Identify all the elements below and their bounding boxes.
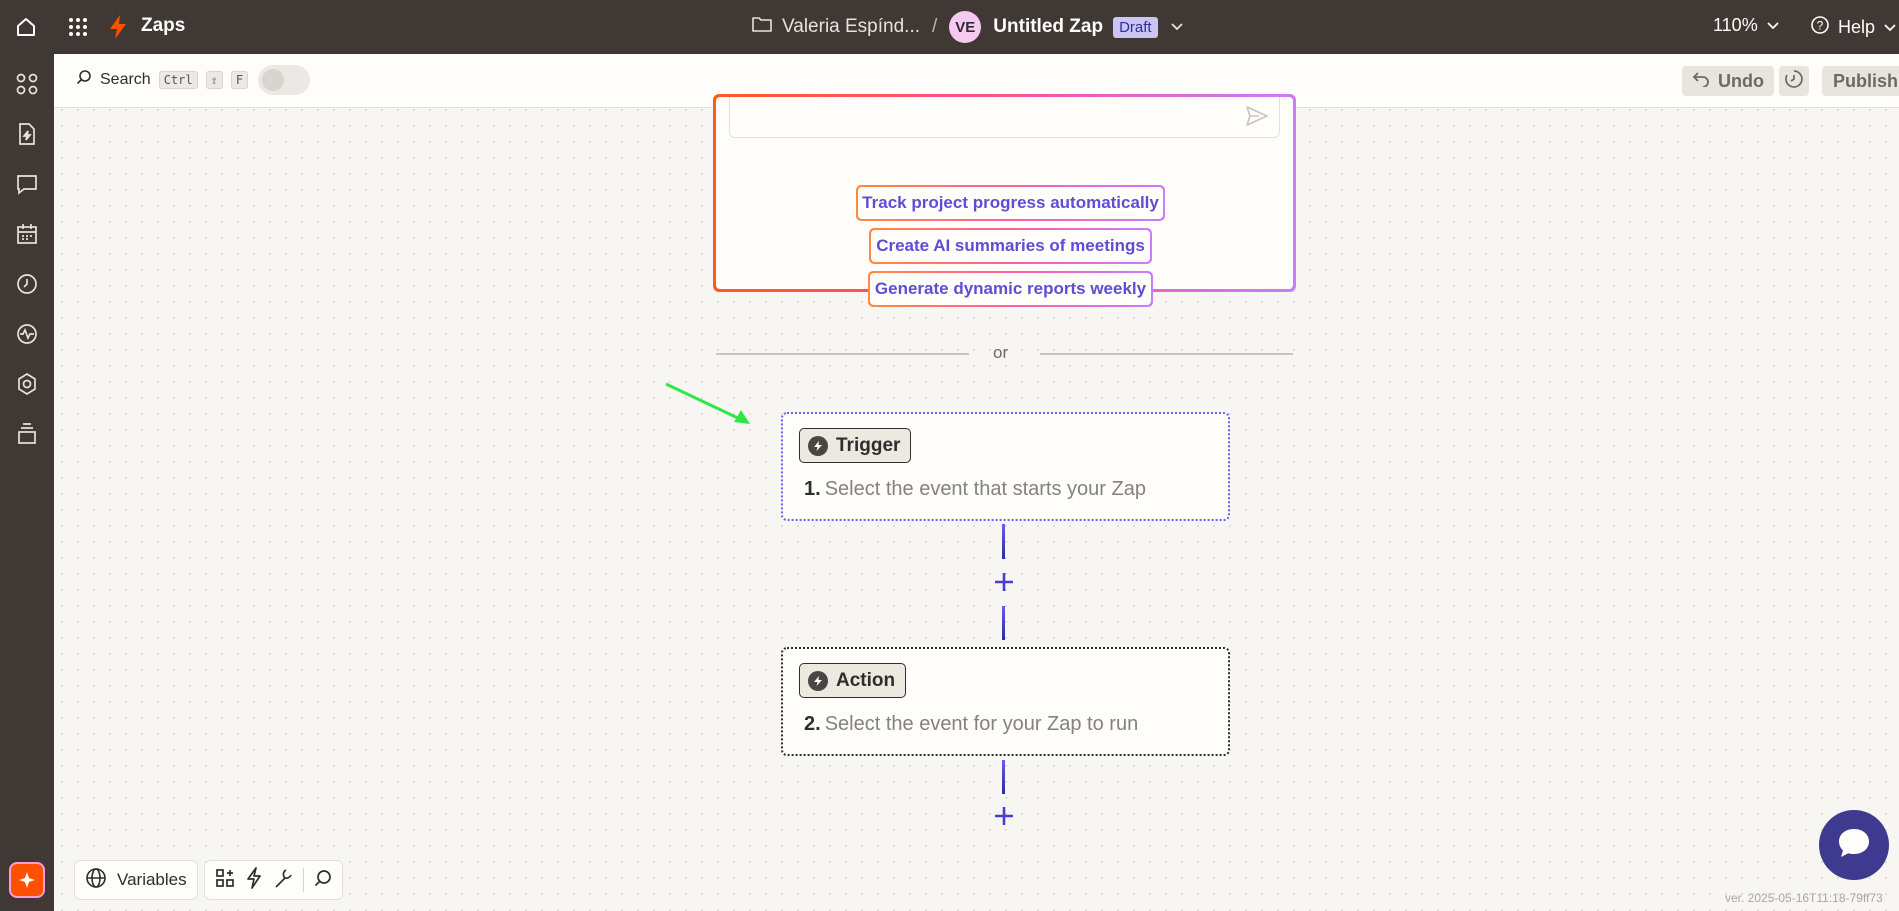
- step-description: Select the event that starts your Zap: [824, 478, 1146, 500]
- divider-line: [716, 353, 969, 355]
- action-badge-label: Action: [836, 669, 896, 691]
- version-history-button[interactable]: [1779, 66, 1809, 96]
- suggestion-label: Generate dynamic reports weekly: [870, 273, 1151, 305]
- chat-bubble-icon: [1836, 826, 1872, 865]
- bolt-icon: [107, 14, 129, 45]
- ai-prompt-input[interactable]: [729, 97, 1280, 138]
- help-label: Help: [1838, 17, 1876, 37]
- trigger-step-card[interactable]: Trigger 1. Select the event that starts y…: [781, 412, 1230, 521]
- trigger-badge: Trigger: [799, 428, 912, 463]
- suggestion-chip[interactable]: Track project progress automatically: [856, 185, 1165, 221]
- zoom-level: 110%: [1713, 15, 1758, 35]
- suggestion-label: Create AI summaries of meetings: [871, 230, 1150, 262]
- zoom-control[interactable]: 110%: [1713, 15, 1780, 36]
- divider-line: [1040, 353, 1293, 355]
- send-icon[interactable]: [1245, 105, 1269, 132]
- annotation-arrow-icon: [665, 382, 750, 424]
- add-step-plus-icon[interactable]: [991, 803, 1017, 829]
- trigger-badge-label: Trigger: [836, 434, 901, 456]
- home-icon[interactable]: [10, 11, 42, 43]
- suggestion-chip[interactable]: Create AI summaries of meetings: [869, 228, 1152, 264]
- top-bar: Zaps Valeria Espínd... / VE Untitled Zap…: [0, 0, 1899, 54]
- variables-button[interactable]: Variables: [74, 860, 198, 900]
- help-menu[interactable]: ? Help: [1810, 15, 1897, 40]
- canvas-toggle[interactable]: [258, 65, 310, 95]
- ai-prompt-card: Track project progress automatically Cre…: [713, 94, 1296, 307]
- variables-label: Variables: [117, 870, 187, 889]
- step-connector: [1002, 524, 1005, 559]
- sparkle-icon[interactable]: [9, 862, 45, 898]
- undo-label: Undo: [1718, 70, 1764, 91]
- trigger-description: 1. Select the event that starts your Zap: [804, 478, 1146, 501]
- toolbar-divider: [302, 868, 304, 892]
- add-step-plus-icon[interactable]: [991, 569, 1017, 595]
- help-icon: ?: [1810, 15, 1830, 40]
- search-icon[interactable]: [314, 869, 332, 892]
- folder-icon: [752, 15, 772, 39]
- layers-icon[interactable]: [13, 420, 41, 448]
- action-badge: Action: [799, 663, 907, 698]
- version-label: ver. 2025-05-16T11:18-79ff73: [1725, 891, 1883, 905]
- bolt-icon: [808, 435, 828, 456]
- activity-icon[interactable]: [13, 320, 41, 348]
- shortcut-key: F: [230, 70, 249, 89]
- canvas-bottom-tools: Variables: [74, 860, 343, 900]
- zap-title[interactable]: Untitled Zap: [993, 16, 1103, 38]
- shortcut-key: ⇧: [205, 70, 223, 89]
- chat-icon[interactable]: [13, 170, 41, 198]
- step-number: 2.: [804, 713, 821, 735]
- chevron-down-icon: [1883, 17, 1897, 38]
- action-step-card[interactable]: Action 2. Select the event for your Zap t…: [781, 647, 1230, 756]
- action-description: 2. Select the event for your Zap to run: [804, 713, 1138, 736]
- avatar[interactable]: VE: [949, 11, 982, 43]
- suggestion-label: Track project progress automatically: [858, 187, 1163, 219]
- chevron-down-icon: [1766, 15, 1780, 36]
- svg-text:?: ?: [1817, 19, 1824, 33]
- grid-icon[interactable]: [68, 17, 88, 37]
- wrench-icon[interactable]: [273, 868, 293, 893]
- history-icon[interactable]: [13, 270, 41, 298]
- step-number: 1.: [804, 478, 821, 500]
- search-label: Search: [100, 70, 151, 88]
- apps-icon[interactable]: [13, 70, 41, 98]
- zap-editor-canvas: Search Ctrl ⇧ F Undo Publish Track proje…: [54, 54, 1899, 911]
- canvas-tools-group: [203, 860, 343, 900]
- breadcrumb-separator: /: [932, 16, 938, 37]
- step-connector: [1002, 606, 1005, 640]
- document-bolt-icon[interactable]: [13, 120, 41, 148]
- suggestion-chip[interactable]: Generate dynamic reports weekly: [868, 271, 1153, 307]
- undo-icon: [1692, 71, 1710, 92]
- step-description: Select the event for your Zap to run: [824, 713, 1139, 735]
- undo-button[interactable]: Undo: [1682, 66, 1774, 96]
- settings-icon[interactable]: [13, 370, 41, 398]
- globe-icon: [85, 867, 107, 894]
- left-sidebar: [0, 54, 54, 911]
- chat-support-button[interactable]: [1819, 810, 1889, 880]
- calendar-icon[interactable]: [13, 220, 41, 248]
- chevron-down-icon[interactable]: [1170, 16, 1184, 38]
- status-badge: Draft: [1113, 16, 1158, 38]
- search-icon: [76, 69, 92, 90]
- shortcut-key: Ctrl: [158, 70, 198, 89]
- clock-history-icon: [1784, 69, 1804, 94]
- bolt-icon: [808, 670, 828, 691]
- bolt-icon[interactable]: [245, 866, 263, 894]
- step-connector: [1002, 760, 1005, 794]
- breadcrumb: Valeria Espínd... / VE Untitled Zap Draf…: [752, 11, 1184, 43]
- publish-button[interactable]: Publish: [1822, 66, 1899, 96]
- folder-name[interactable]: Valeria Espínd...: [782, 16, 920, 38]
- search-control[interactable]: Search Ctrl ⇧ F: [76, 69, 249, 90]
- divider-text: or: [993, 343, 1009, 362]
- add-apps-icon[interactable]: [215, 868, 235, 893]
- app-name[interactable]: Zaps: [141, 15, 185, 37]
